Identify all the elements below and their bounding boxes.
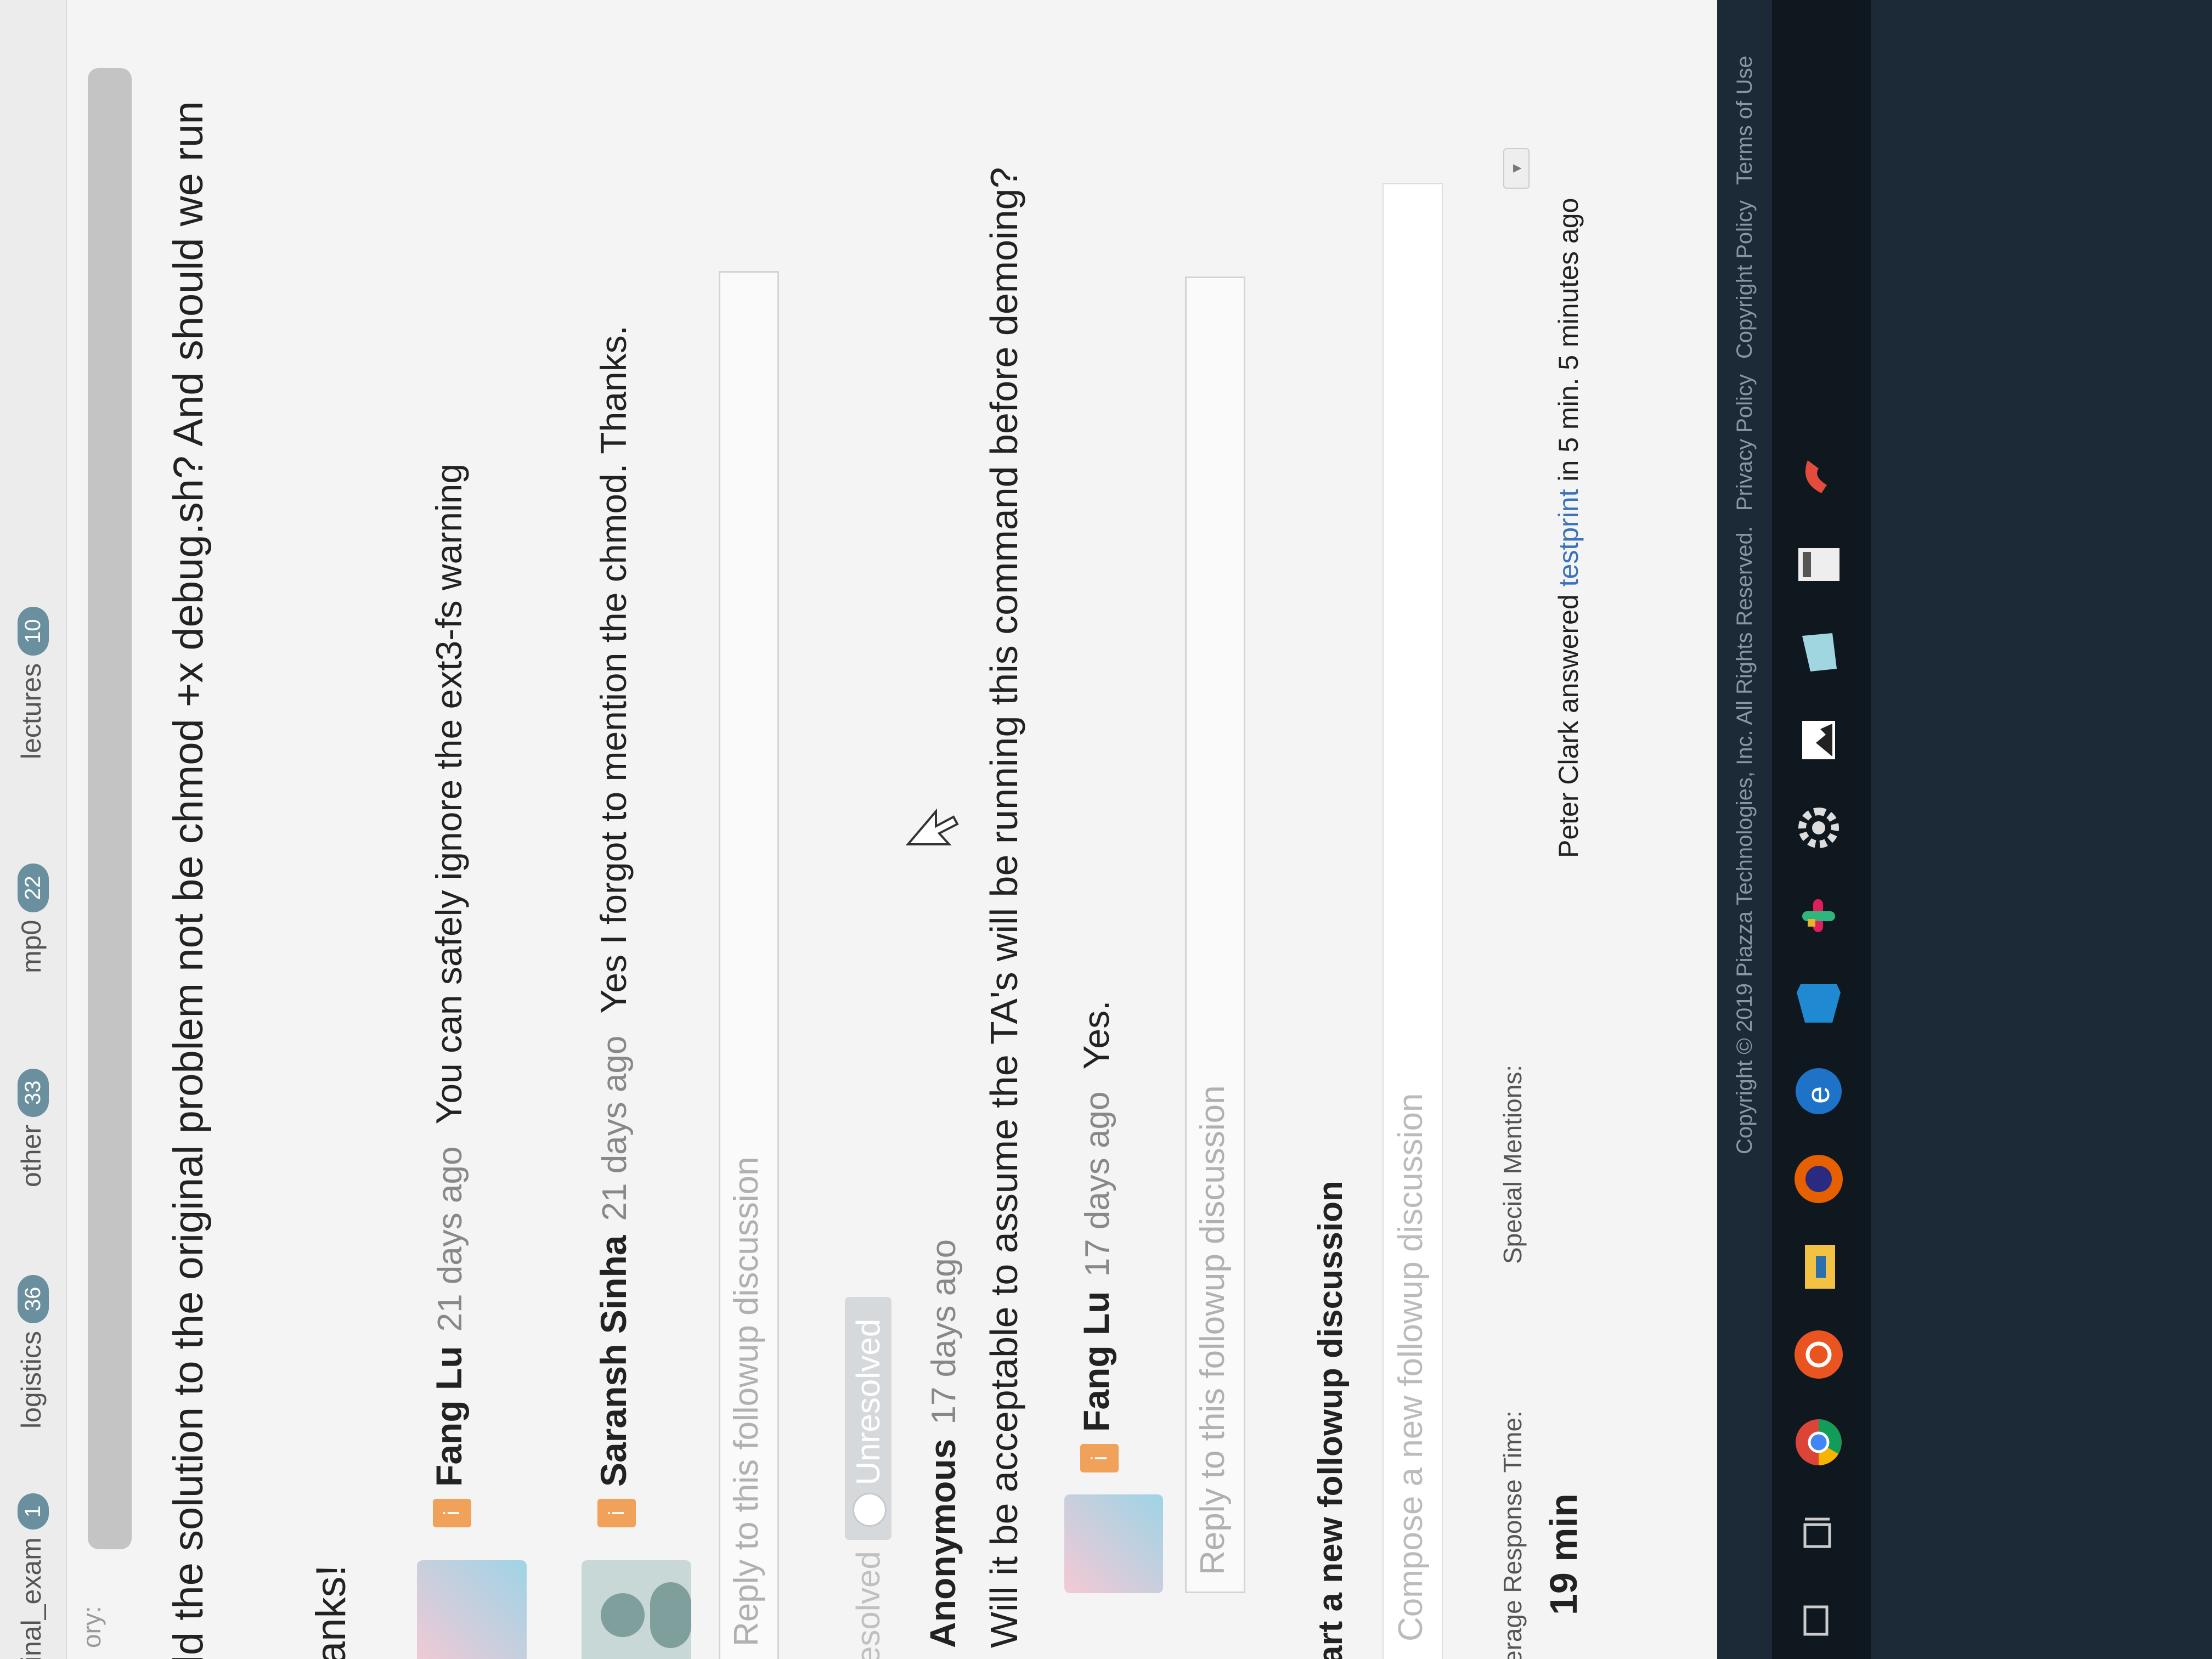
unresolved-option[interactable]: Unresolved bbox=[845, 1296, 891, 1541]
avatar bbox=[1064, 1494, 1163, 1593]
instructor-badge: i bbox=[597, 1499, 636, 1527]
tag-count: 10 bbox=[18, 607, 49, 656]
tag-other[interactable]: other 33 bbox=[15, 1068, 49, 1187]
question-text: ld the solution to the original problem … bbox=[165, 101, 212, 1659]
reply-input[interactable]: Reply to this followup discussion bbox=[719, 271, 779, 1659]
followup-header: Anonymous 17 days ago bbox=[922, 1217, 963, 1648]
edge-icon[interactable]: e bbox=[1788, 1061, 1849, 1121]
tag-label: mp0 bbox=[16, 919, 47, 973]
folder-tag-bar: final_exam1 logistics36 other33 mp022 le… bbox=[0, 0, 67, 1659]
tag-count: 33 bbox=[18, 1068, 49, 1118]
firefox-icon[interactable] bbox=[1788, 1149, 1849, 1209]
summary-label: ory: bbox=[77, 1606, 106, 1648]
mention-suffix: in 5 min. 5 minutes ago bbox=[1553, 198, 1584, 489]
unresolved-label: Unresolved bbox=[850, 1318, 887, 1486]
avatar bbox=[582, 1560, 691, 1659]
mention-prefix: Peter Clark answered bbox=[1553, 586, 1584, 858]
task-view-icon[interactable] bbox=[1788, 1500, 1849, 1560]
instructor-badge: i bbox=[1080, 1444, 1119, 1472]
tag-count: 22 bbox=[18, 864, 49, 912]
reply-row: i Saransh Sinha 21 days ago Yes I forgot to… bbox=[592, 325, 636, 1527]
tag-logistics[interactable]: logistics 36 bbox=[15, 1274, 49, 1429]
new-followup-title: art a new followup discussion bbox=[1312, 1181, 1350, 1659]
compose-followup-input[interactable]: Compose a new followup discussion bbox=[1383, 183, 1443, 1659]
reply-author: Saransh Sinha bbox=[593, 1235, 634, 1487]
slack-icon[interactable] bbox=[1788, 885, 1849, 946]
mouse-cursor-icon bbox=[905, 808, 959, 845]
avatar bbox=[417, 1560, 527, 1659]
horizontal-scrollbar[interactable] bbox=[88, 68, 132, 1549]
person-icon bbox=[601, 1582, 691, 1648]
tag-count: 1 bbox=[18, 1493, 49, 1530]
photo-frame: final_exam1 logistics36 other33 mp022 le… bbox=[0, 0, 2212, 1659]
file-explorer-icon[interactable] bbox=[1788, 1237, 1849, 1297]
privacy-link[interactable]: Privacy Policy bbox=[1733, 374, 1757, 511]
special-mention: Peter Clark answered testprint in 5 min.… bbox=[1553, 198, 1584, 858]
tag-label: logistics bbox=[16, 1331, 47, 1429]
reply-author: Fang Lu bbox=[1076, 1291, 1116, 1432]
piazza-screen: final_exam1 logistics36 other33 mp022 le… bbox=[0, 0, 1717, 1659]
resolution-toggle[interactable]: esolved Unresolved bbox=[845, 1296, 891, 1659]
special-mentions-label: Special Mentions: bbox=[1498, 1064, 1527, 1264]
chrome-icon[interactable] bbox=[1788, 1412, 1849, 1472]
tag-label: final_exam bbox=[16, 1537, 47, 1659]
tag-mp0[interactable]: mp022 bbox=[15, 864, 49, 973]
photos-icon[interactable] bbox=[1788, 710, 1849, 770]
settings-icon[interactable] bbox=[1788, 798, 1849, 858]
tag-label: lectures bbox=[16, 663, 47, 759]
followup-time: 17 days ago bbox=[925, 1239, 963, 1425]
tag-count: 36 bbox=[18, 1274, 49, 1324]
search-icon[interactable] bbox=[1788, 1588, 1849, 1648]
terms-link[interactable]: Terms of Use bbox=[1733, 56, 1757, 185]
python-icon[interactable] bbox=[1788, 447, 1849, 507]
folder-icon[interactable] bbox=[1788, 622, 1849, 682]
reply-text: Yes. bbox=[1076, 1000, 1116, 1070]
followup-text: Will it be acceptable to assume the TA's… bbox=[983, 167, 1025, 1648]
copyright-text: Copyright © 2019 Piazza Technologies, In… bbox=[1733, 526, 1757, 1154]
svg-text:e: e bbox=[1801, 1086, 1836, 1104]
copyright-policy-link[interactable]: Copyright Policy bbox=[1733, 200, 1757, 359]
reply-time: 21 days ago bbox=[431, 1146, 469, 1332]
chevron-down-icon[interactable]: ▼ bbox=[1503, 148, 1530, 189]
reply-input[interactable]: Reply to this followup discussion bbox=[1185, 276, 1245, 1593]
question-thanks: anks! bbox=[308, 1565, 354, 1659]
response-time-value: 19 min bbox=[1542, 1493, 1585, 1615]
response-time-label: erage Response Time: bbox=[1498, 1410, 1527, 1659]
instructor-badge: i bbox=[432, 1499, 471, 1527]
reply-row: i Fang Lu 21 days ago You can safely ignore… bbox=[428, 464, 471, 1527]
reply-author: Fang Lu bbox=[428, 1346, 469, 1487]
vscode-icon[interactable] bbox=[1788, 973, 1849, 1034]
resolved-option[interactable]: esolved bbox=[850, 1551, 887, 1659]
reply-text: Yes I forgot to mention the chmod. Thank… bbox=[593, 325, 634, 1014]
ubuntu-icon[interactable] bbox=[1788, 1324, 1849, 1385]
footer: Copyright © 2019 Piazza Technologies, In… bbox=[1723, 0, 1767, 1659]
reply-text: You can safely ignore the ext3-fs warnin… bbox=[428, 463, 469, 1125]
reply-time: 17 days ago bbox=[1079, 1091, 1116, 1277]
reply-row: i Fang Lu 17 days ago Yes. bbox=[1075, 1001, 1119, 1472]
taskbar: e bbox=[1772, 0, 1871, 1659]
radio-button[interactable] bbox=[853, 1493, 887, 1527]
tag-lectures[interactable]: lectures 10 bbox=[15, 607, 49, 759]
calculator-icon[interactable] bbox=[1788, 534, 1849, 595]
tag-label: other bbox=[16, 1125, 47, 1187]
tag-final-exam[interactable]: final_exam 1 bbox=[15, 1493, 49, 1659]
mention-link[interactable]: testprint bbox=[1553, 489, 1584, 586]
reply-time: 21 days ago bbox=[596, 1035, 634, 1221]
followup-author: Anonymous bbox=[922, 1438, 963, 1648]
